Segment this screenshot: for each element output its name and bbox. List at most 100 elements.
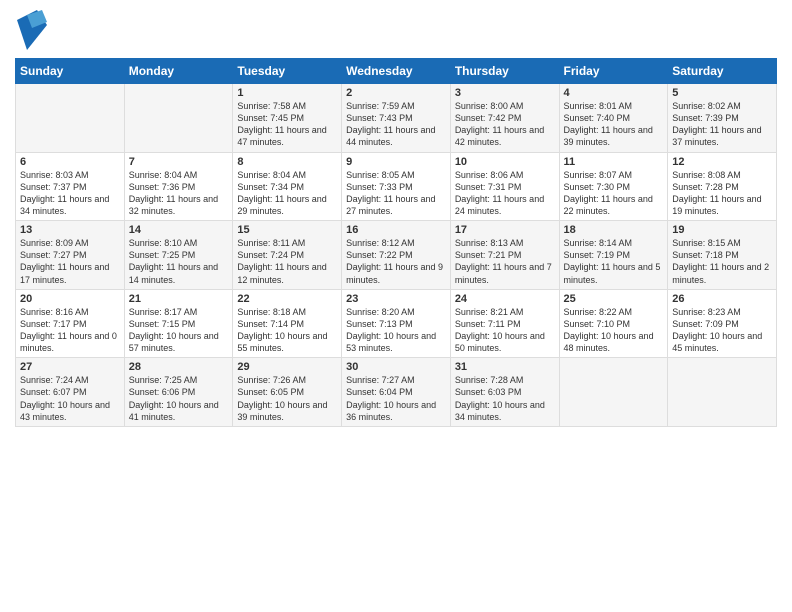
day-info: Sunrise: 8:18 AM Sunset: 7:14 PM Dayligh… <box>237 306 337 355</box>
calendar-cell: 28Sunrise: 7:25 AM Sunset: 6:06 PM Dayli… <box>124 358 233 427</box>
calendar-cell: 6Sunrise: 8:03 AM Sunset: 7:37 PM Daylig… <box>16 152 125 221</box>
day-number: 14 <box>129 224 229 236</box>
day-number: 3 <box>455 87 555 99</box>
logo <box>15 10 47 50</box>
day-info: Sunrise: 8:08 AM Sunset: 7:28 PM Dayligh… <box>672 169 772 218</box>
day-number: 2 <box>346 87 446 99</box>
calendar-cell: 11Sunrise: 8:07 AM Sunset: 7:30 PM Dayli… <box>559 152 668 221</box>
day-number: 20 <box>20 293 120 305</box>
calendar-cell: 12Sunrise: 8:08 AM Sunset: 7:28 PM Dayli… <box>668 152 777 221</box>
day-number: 27 <box>20 361 120 373</box>
calendar-cell: 31Sunrise: 7:28 AM Sunset: 6:03 PM Dayli… <box>450 358 559 427</box>
calendar-cell: 24Sunrise: 8:21 AM Sunset: 7:11 PM Dayli… <box>450 289 559 358</box>
calendar-cell: 27Sunrise: 7:24 AM Sunset: 6:07 PM Dayli… <box>16 358 125 427</box>
calendar-day-header: Friday <box>559 59 668 84</box>
day-info: Sunrise: 8:14 AM Sunset: 7:19 PM Dayligh… <box>564 237 664 286</box>
calendar-cell: 21Sunrise: 8:17 AM Sunset: 7:15 PM Dayli… <box>124 289 233 358</box>
day-number: 5 <box>672 87 772 99</box>
day-info: Sunrise: 8:17 AM Sunset: 7:15 PM Dayligh… <box>129 306 229 355</box>
calendar-day-header: Thursday <box>450 59 559 84</box>
calendar-week-row: 13Sunrise: 8:09 AM Sunset: 7:27 PM Dayli… <box>16 221 777 290</box>
day-info: Sunrise: 8:07 AM Sunset: 7:30 PM Dayligh… <box>564 169 664 218</box>
calendar-cell: 29Sunrise: 7:26 AM Sunset: 6:05 PM Dayli… <box>233 358 342 427</box>
calendar-cell: 7Sunrise: 8:04 AM Sunset: 7:36 PM Daylig… <box>124 152 233 221</box>
calendar-cell <box>16 84 125 153</box>
calendar-cell: 10Sunrise: 8:06 AM Sunset: 7:31 PM Dayli… <box>450 152 559 221</box>
day-number: 25 <box>564 293 664 305</box>
day-number: 13 <box>20 224 120 236</box>
calendar-day-header: Tuesday <box>233 59 342 84</box>
day-info: Sunrise: 8:04 AM Sunset: 7:36 PM Dayligh… <box>129 169 229 218</box>
day-info: Sunrise: 8:06 AM Sunset: 7:31 PM Dayligh… <box>455 169 555 218</box>
day-info: Sunrise: 8:20 AM Sunset: 7:13 PM Dayligh… <box>346 306 446 355</box>
calendar-cell: 16Sunrise: 8:12 AM Sunset: 7:22 PM Dayli… <box>342 221 451 290</box>
day-info: Sunrise: 7:59 AM Sunset: 7:43 PM Dayligh… <box>346 100 446 149</box>
day-number: 23 <box>346 293 446 305</box>
calendar-cell: 14Sunrise: 8:10 AM Sunset: 7:25 PM Dayli… <box>124 221 233 290</box>
calendar-cell: 22Sunrise: 8:18 AM Sunset: 7:14 PM Dayli… <box>233 289 342 358</box>
day-info: Sunrise: 8:22 AM Sunset: 7:10 PM Dayligh… <box>564 306 664 355</box>
day-number: 7 <box>129 156 229 168</box>
day-info: Sunrise: 7:58 AM Sunset: 7:45 PM Dayligh… <box>237 100 337 149</box>
day-number: 6 <box>20 156 120 168</box>
calendar-cell: 30Sunrise: 7:27 AM Sunset: 6:04 PM Dayli… <box>342 358 451 427</box>
calendar-day-header: Saturday <box>668 59 777 84</box>
day-number: 4 <box>564 87 664 99</box>
calendar-week-row: 6Sunrise: 8:03 AM Sunset: 7:37 PM Daylig… <box>16 152 777 221</box>
day-info: Sunrise: 8:21 AM Sunset: 7:11 PM Dayligh… <box>455 306 555 355</box>
day-info: Sunrise: 7:24 AM Sunset: 6:07 PM Dayligh… <box>20 374 120 423</box>
calendar-day-header: Monday <box>124 59 233 84</box>
calendar-cell: 18Sunrise: 8:14 AM Sunset: 7:19 PM Dayli… <box>559 221 668 290</box>
day-number: 18 <box>564 224 664 236</box>
day-number: 12 <box>672 156 772 168</box>
day-number: 10 <box>455 156 555 168</box>
calendar-cell: 4Sunrise: 8:01 AM Sunset: 7:40 PM Daylig… <box>559 84 668 153</box>
day-info: Sunrise: 7:26 AM Sunset: 6:05 PM Dayligh… <box>237 374 337 423</box>
calendar-cell: 17Sunrise: 8:13 AM Sunset: 7:21 PM Dayli… <box>450 221 559 290</box>
calendar-week-row: 1Sunrise: 7:58 AM Sunset: 7:45 PM Daylig… <box>16 84 777 153</box>
calendar-cell: 13Sunrise: 8:09 AM Sunset: 7:27 PM Dayli… <box>16 221 125 290</box>
day-number: 28 <box>129 361 229 373</box>
day-info: Sunrise: 8:03 AM Sunset: 7:37 PM Dayligh… <box>20 169 120 218</box>
calendar-cell <box>124 84 233 153</box>
day-number: 11 <box>564 156 664 168</box>
day-number: 8 <box>237 156 337 168</box>
day-number: 17 <box>455 224 555 236</box>
day-info: Sunrise: 8:16 AM Sunset: 7:17 PM Dayligh… <box>20 306 120 355</box>
day-info: Sunrise: 7:27 AM Sunset: 6:04 PM Dayligh… <box>346 374 446 423</box>
logo-icon <box>17 10 47 50</box>
day-info: Sunrise: 8:05 AM Sunset: 7:33 PM Dayligh… <box>346 169 446 218</box>
day-number: 9 <box>346 156 446 168</box>
header <box>15 10 777 50</box>
calendar-cell: 2Sunrise: 7:59 AM Sunset: 7:43 PM Daylig… <box>342 84 451 153</box>
calendar-cell: 20Sunrise: 8:16 AM Sunset: 7:17 PM Dayli… <box>16 289 125 358</box>
calendar-week-row: 20Sunrise: 8:16 AM Sunset: 7:17 PM Dayli… <box>16 289 777 358</box>
day-number: 15 <box>237 224 337 236</box>
calendar-cell: 8Sunrise: 8:04 AM Sunset: 7:34 PM Daylig… <box>233 152 342 221</box>
calendar-cell <box>559 358 668 427</box>
calendar-cell: 1Sunrise: 7:58 AM Sunset: 7:45 PM Daylig… <box>233 84 342 153</box>
calendar-cell: 23Sunrise: 8:20 AM Sunset: 7:13 PM Dayli… <box>342 289 451 358</box>
calendar-cell: 15Sunrise: 8:11 AM Sunset: 7:24 PM Dayli… <box>233 221 342 290</box>
day-info: Sunrise: 7:28 AM Sunset: 6:03 PM Dayligh… <box>455 374 555 423</box>
calendar-cell: 5Sunrise: 8:02 AM Sunset: 7:39 PM Daylig… <box>668 84 777 153</box>
calendar-cell <box>668 358 777 427</box>
day-info: Sunrise: 8:10 AM Sunset: 7:25 PM Dayligh… <box>129 237 229 286</box>
day-info: Sunrise: 8:02 AM Sunset: 7:39 PM Dayligh… <box>672 100 772 149</box>
day-info: Sunrise: 8:23 AM Sunset: 7:09 PM Dayligh… <box>672 306 772 355</box>
day-number: 16 <box>346 224 446 236</box>
calendar-day-header: Sunday <box>16 59 125 84</box>
day-number: 1 <box>237 87 337 99</box>
day-info: Sunrise: 8:15 AM Sunset: 7:18 PM Dayligh… <box>672 237 772 286</box>
day-info: Sunrise: 8:04 AM Sunset: 7:34 PM Dayligh… <box>237 169 337 218</box>
calendar-cell: 25Sunrise: 8:22 AM Sunset: 7:10 PM Dayli… <box>559 289 668 358</box>
calendar-cell: 9Sunrise: 8:05 AM Sunset: 7:33 PM Daylig… <box>342 152 451 221</box>
day-info: Sunrise: 8:11 AM Sunset: 7:24 PM Dayligh… <box>237 237 337 286</box>
day-info: Sunrise: 8:13 AM Sunset: 7:21 PM Dayligh… <box>455 237 555 286</box>
day-info: Sunrise: 8:12 AM Sunset: 7:22 PM Dayligh… <box>346 237 446 286</box>
day-number: 21 <box>129 293 229 305</box>
main-container: SundayMondayTuesdayWednesdayThursdayFrid… <box>0 0 792 437</box>
day-info: Sunrise: 8:01 AM Sunset: 7:40 PM Dayligh… <box>564 100 664 149</box>
day-info: Sunrise: 8:09 AM Sunset: 7:27 PM Dayligh… <box>20 237 120 286</box>
day-info: Sunrise: 8:00 AM Sunset: 7:42 PM Dayligh… <box>455 100 555 149</box>
